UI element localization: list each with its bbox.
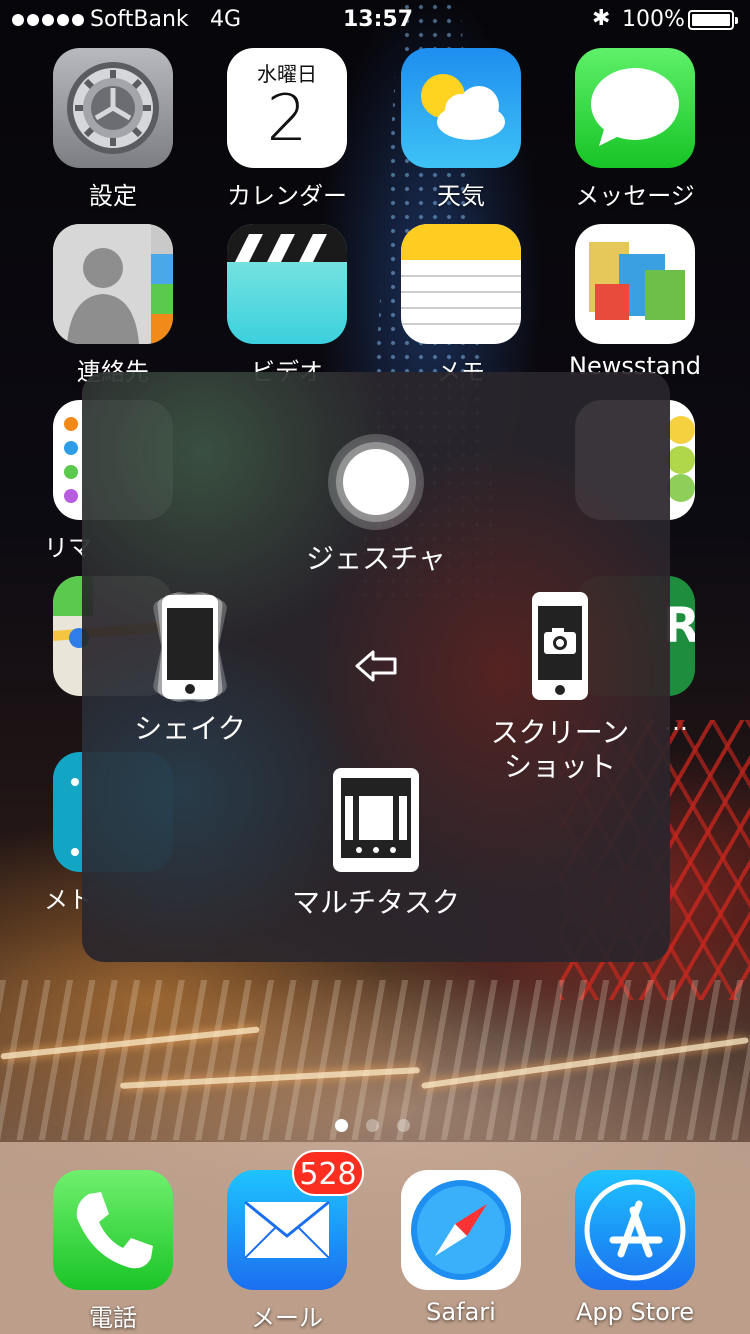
- shake-button[interactable]: シェイク: [110, 591, 270, 746]
- app-calendar[interactable]: 水曜日 2 カレンダー: [207, 48, 367, 211]
- weather-icon: [401, 48, 521, 168]
- phone-icon: [53, 1170, 173, 1290]
- shake-label: シェイク: [134, 712, 246, 745]
- videos-icon: [227, 224, 347, 344]
- app-label: メール: [251, 1304, 323, 1332]
- shake-phone-icon: [153, 591, 227, 703]
- app-label: 天気: [437, 182, 485, 210]
- app-label: App Store: [576, 1298, 694, 1326]
- screenshot-phone-icon: [532, 592, 588, 700]
- screenshot-button[interactable]: スクリーン ショット: [480, 590, 640, 784]
- app-label: Safari: [426, 1298, 496, 1326]
- app-label: メッセージ: [575, 182, 695, 210]
- app-messages[interactable]: メッセージ: [555, 48, 715, 211]
- app-contacts[interactable]: 連絡先: [33, 224, 193, 387]
- screenshot-label-line2: ショット: [503, 750, 616, 783]
- status-time: 13:57: [343, 7, 414, 32]
- notes-icon: [401, 224, 521, 344]
- multitask-button[interactable]: マルチタスク: [276, 766, 476, 920]
- app-label: 設定: [89, 182, 137, 210]
- street-crosswalk: [0, 980, 750, 1140]
- page-dot-active: [335, 1119, 348, 1132]
- home-button-icon: [328, 434, 424, 530]
- multitask-icon: [333, 768, 419, 872]
- gesture-label: ジェスチャ: [306, 542, 446, 575]
- app-phone[interactable]: 電話: [33, 1170, 193, 1333]
- app-label: カレンダー: [227, 182, 347, 210]
- back-button[interactable]: [344, 646, 408, 690]
- bluetooth-icon: ✱: [592, 6, 611, 31]
- app-app-store[interactable]: App Store: [555, 1170, 715, 1326]
- page-indicator[interactable]: [335, 1119, 410, 1132]
- calendar-icon: 水曜日 2: [227, 48, 347, 168]
- multitask-label: マルチタスク: [291, 886, 460, 919]
- page-dot: [397, 1119, 410, 1132]
- status-bar: SoftBank 4G 13:57 ✱ 100%: [0, 0, 750, 40]
- carrier-name: SoftBank: [90, 7, 189, 32]
- safari-icon: [401, 1170, 521, 1290]
- app-videos[interactable]: ビデオ: [207, 224, 367, 387]
- contacts-icon: [53, 224, 173, 344]
- gesture-button[interactable]: ジェスチャ: [276, 434, 476, 576]
- newsstand-icon: [575, 224, 695, 344]
- app-notes[interactable]: メモ: [381, 224, 541, 387]
- network-type: 4G: [210, 7, 242, 32]
- messages-icon: [575, 48, 695, 168]
- app-label: 電話: [89, 1304, 137, 1332]
- app-safari[interactable]: Safari: [381, 1170, 541, 1326]
- app-store-icon: [575, 1170, 695, 1290]
- assistivetouch-panel: ジェスチャ シェイク スクリーン ショット マルチタスク: [82, 372, 670, 962]
- page-dot: [366, 1119, 379, 1132]
- app-newsstand[interactable]: Newsstand: [555, 224, 715, 380]
- calendar-day: 2: [266, 82, 308, 156]
- screenshot-label-line1: スクリーン: [490, 716, 630, 749]
- app-weather[interactable]: 天気: [381, 48, 541, 211]
- back-arrow-icon: [355, 650, 397, 682]
- app-settings[interactable]: 設定: [33, 48, 193, 211]
- signal-strength-icon: [12, 14, 84, 26]
- settings-icon: [53, 48, 173, 168]
- mail-badge: 528: [292, 1150, 364, 1196]
- battery-percent: 100%: [622, 7, 685, 32]
- battery-icon: [688, 10, 738, 30]
